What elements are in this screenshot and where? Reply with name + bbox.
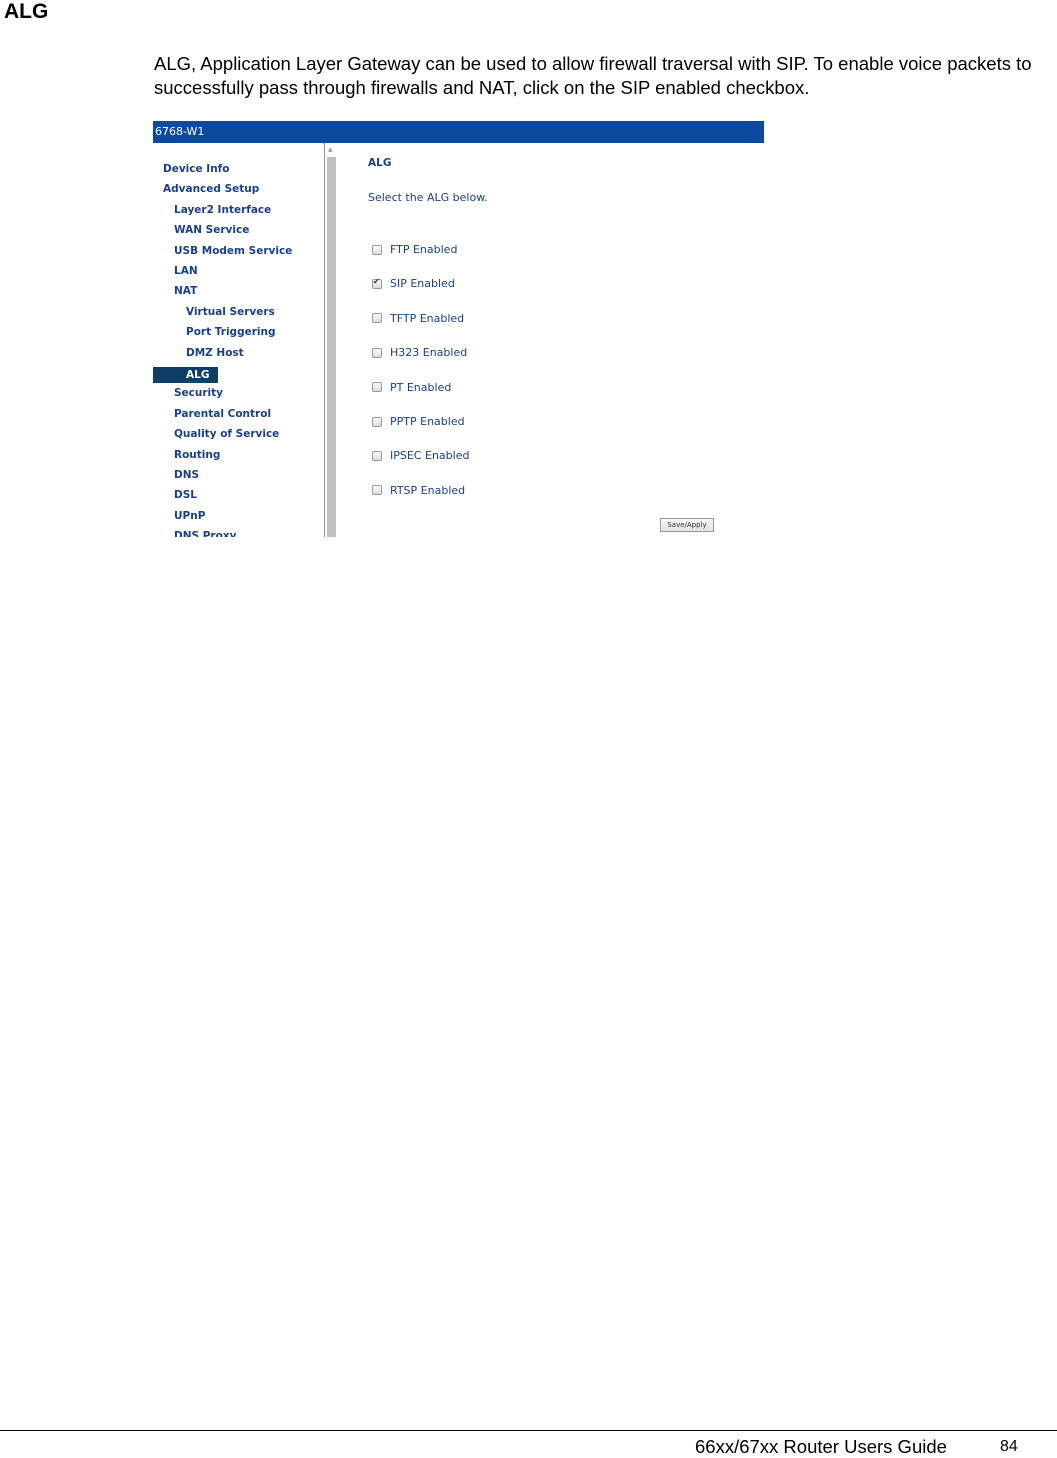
checkbox-rtsp[interactable] xyxy=(372,485,382,496)
checkbox-tftp[interactable] xyxy=(372,313,382,324)
footer-divider xyxy=(0,1430,1057,1431)
checkbox-label: IPSEC Enabled xyxy=(390,449,470,463)
checkbox-h323[interactable] xyxy=(372,347,382,358)
sidebar-item-layer2-interface[interactable]: Layer2 Interface xyxy=(174,204,271,216)
sidebar-item-lan[interactable]: LAN xyxy=(174,265,198,277)
alg-option-sip[interactable]: SIP Enabled xyxy=(372,277,455,290)
checkbox-label: FTP Enabled xyxy=(390,243,458,256)
alg-option-pptp[interactable]: PPTP Enabled xyxy=(372,415,465,428)
sidebar-item-port-triggering[interactable]: Port Triggering xyxy=(186,326,275,338)
sidebar-item-alg[interactable]: ALG xyxy=(153,367,218,383)
sidebar-item-quality-of-service[interactable]: Quality of Service xyxy=(174,428,279,440)
alg-instructions: Select the ALG below. xyxy=(368,191,488,204)
sidebar-item-device-info[interactable]: Device Info xyxy=(163,163,229,175)
sidebar-item-dns[interactable]: DNS xyxy=(174,469,199,481)
sidebar-item-parental-control[interactable]: Parental Control xyxy=(174,408,271,420)
alg-option-tftp[interactable]: TFTP Enabled xyxy=(372,312,464,325)
section-title: ALG xyxy=(4,0,49,23)
alg-content-panel: ALG Select the ALG below. FTP Enabled SIP… xyxy=(368,143,764,537)
scroll-up-icon[interactable]: ▲ xyxy=(328,146,333,153)
sidebar-item-dns-proxy[interactable]: DNS Proxy xyxy=(174,530,236,537)
alg-option-h323[interactable]: H323 Enabled xyxy=(372,346,467,359)
sidebar-item-routing[interactable]: Routing xyxy=(174,449,220,461)
checkbox-ftp[interactable] xyxy=(372,244,382,255)
alg-option-rtsp[interactable]: RTSP Enabled xyxy=(372,484,465,497)
footer-guide-title: 66xx/67xx Router Users Guide xyxy=(695,1436,947,1457)
sidebar-item-dsl[interactable]: DSL xyxy=(174,489,197,501)
router-header-bar: 6768-W1 xyxy=(153,121,764,143)
sidebar-item-security[interactable]: Security xyxy=(174,387,223,399)
checkbox-sip[interactable] xyxy=(372,277,382,289)
scrollbar-thumb[interactable] xyxy=(327,157,336,537)
checkbox-label: RTSP Enabled xyxy=(390,483,466,497)
checkbox-label: PT Enabled xyxy=(390,380,452,394)
sidebar-item-usb-modem-service[interactable]: USB Modem Service xyxy=(174,245,292,257)
checkbox-label: H323 Enabled xyxy=(390,346,468,360)
intro-paragraph: ALG, Application Layer Gateway can be us… xyxy=(154,53,1032,98)
alg-option-ipsec[interactable]: IPSEC Enabled xyxy=(372,449,469,462)
checkbox-pptp[interactable] xyxy=(372,416,382,427)
alg-page-title: ALG xyxy=(368,157,392,169)
page-number: 84 xyxy=(1000,1438,1018,1455)
sidebar-nav: Device Info Advanced Setup Layer2 Interfac… xyxy=(153,143,324,537)
checkbox-ipsec[interactable] xyxy=(372,450,382,461)
save-apply-button[interactable]: Save/Apply xyxy=(660,518,714,532)
sidebar-item-wan-service[interactable]: WAN Service xyxy=(174,224,249,236)
sidebar-scrollbar[interactable]: ▲ xyxy=(324,143,337,537)
checkbox-label: TFTP Enabled xyxy=(390,311,465,325)
sidebar-item-upnp[interactable]: UPnP xyxy=(174,510,205,522)
checkbox-pt[interactable] xyxy=(372,382,382,393)
sidebar-item-nat[interactable]: NAT xyxy=(174,285,197,297)
checkbox-label: PPTP Enabled xyxy=(390,415,465,428)
router-ui-screenshot: 6768-W1 Device Info Advanced Setup Layer2 … xyxy=(153,121,764,537)
alg-option-ftp[interactable]: FTP Enabled xyxy=(372,243,457,256)
sidebar-item-advanced-setup[interactable]: Advanced Setup xyxy=(163,183,259,195)
sidebar-item-dmz-host[interactable]: DMZ Host xyxy=(186,347,244,359)
checkbox-label: SIP Enabled xyxy=(390,277,455,291)
sidebar-item-virtual-servers[interactable]: Virtual Servers xyxy=(186,306,275,318)
alg-option-pt[interactable]: PT Enabled xyxy=(372,381,451,394)
